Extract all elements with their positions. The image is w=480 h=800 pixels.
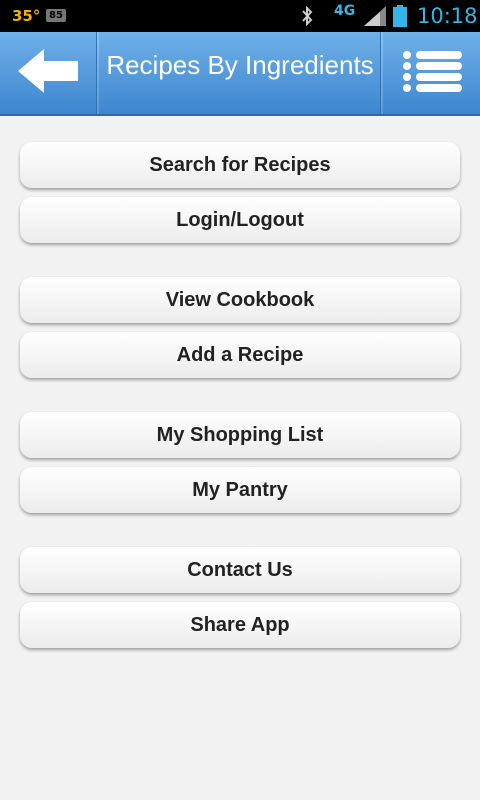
view-cookbook-button[interactable]: View Cookbook: [20, 277, 460, 323]
header-divider: [380, 32, 383, 114]
status-bar: 35° 85 4G 10:18: [0, 0, 480, 32]
share-app-button[interactable]: Share App: [20, 602, 460, 648]
bluetooth-icon: [300, 5, 314, 31]
login-logout-button[interactable]: Login/Logout: [20, 197, 460, 243]
notification-badge: 85: [46, 9, 66, 22]
list-menu-icon: [402, 50, 462, 97]
search-recipes-button[interactable]: Search for Recipes: [20, 142, 460, 188]
header-divider: [96, 32, 99, 114]
menu-content: Search for Recipes Login/Logout View Coo…: [0, 116, 480, 800]
weather-temperature: 35°: [12, 7, 41, 25]
battery-icon: [393, 5, 407, 32]
contact-us-button[interactable]: Contact Us: [20, 547, 460, 593]
back-arrow-icon: [16, 47, 80, 100]
pantry-button[interactable]: My Pantry: [20, 467, 460, 513]
back-button[interactable]: [0, 32, 96, 114]
add-recipe-button[interactable]: Add a Recipe: [20, 332, 460, 378]
network-type-label: 4G: [334, 3, 356, 19]
page-title: Recipes By Ingredients: [106, 50, 374, 80]
menu-button[interactable]: [384, 32, 480, 114]
app-header: Recipes By Ingredients: [0, 32, 480, 116]
signal-icon: [364, 6, 386, 31]
clock: 10:18: [417, 4, 478, 28]
shopping-list-button[interactable]: My Shopping List: [20, 412, 460, 458]
